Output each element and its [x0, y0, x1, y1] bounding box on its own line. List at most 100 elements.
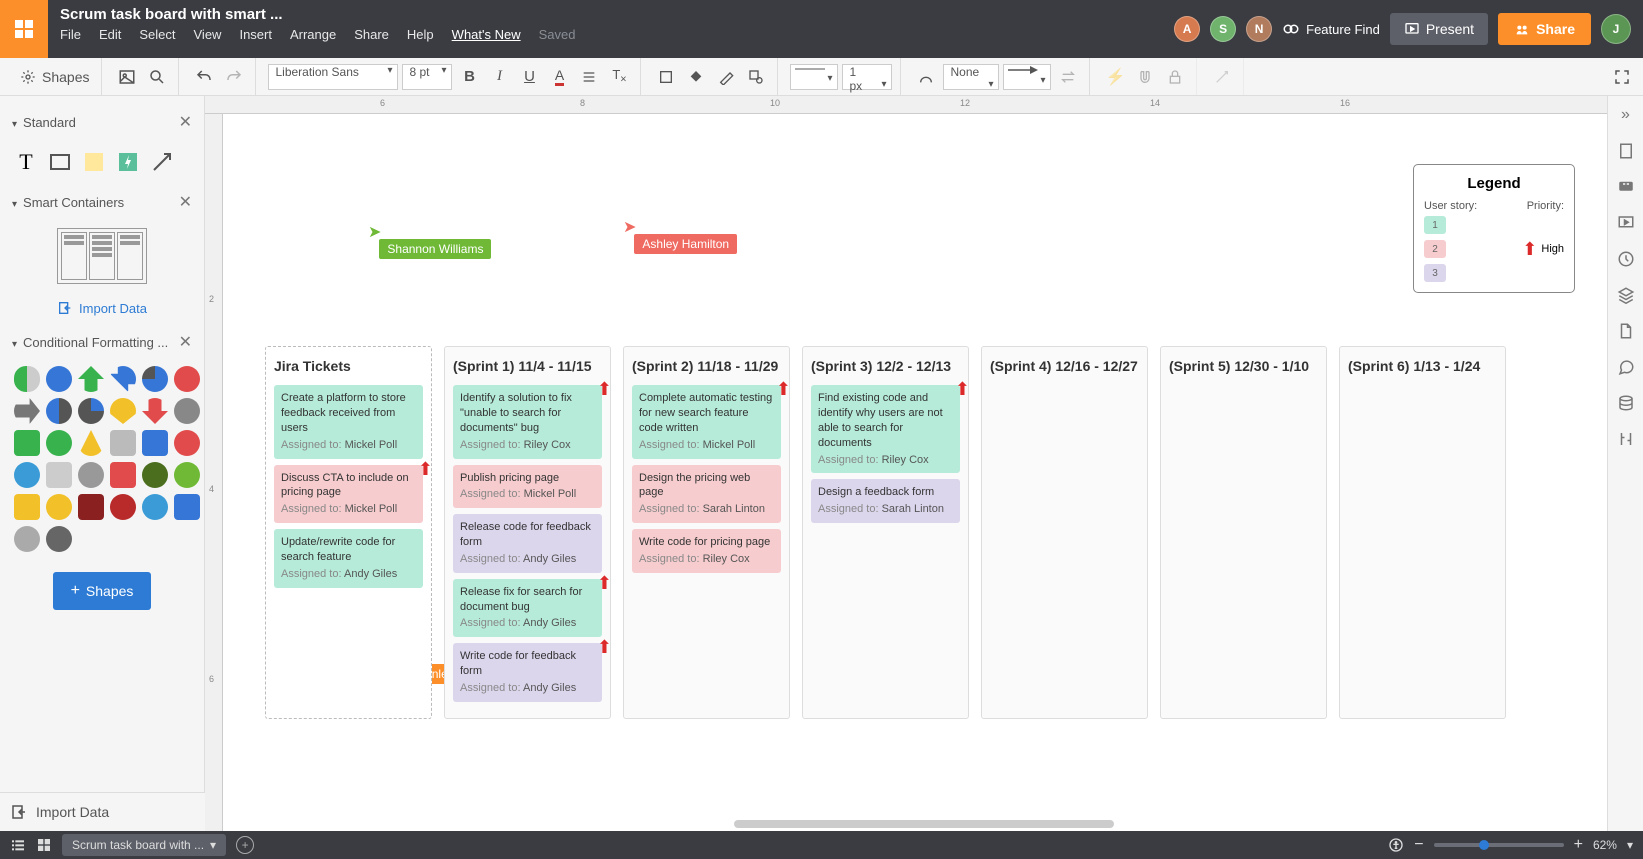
- task-card[interactable]: Discuss CTA to include on pricing pageAs…: [274, 465, 423, 524]
- cf-circle-dkred-icon[interactable]: [110, 494, 136, 520]
- cf-pie-blue-icon[interactable]: [142, 366, 168, 392]
- collaborator-avatar-n[interactable]: N: [1246, 16, 1272, 42]
- sidebar-section-formatting[interactable]: ▾Conditional Formatting ... ✕: [8, 324, 196, 360]
- zoom-level[interactable]: 62%: [1593, 838, 1617, 852]
- cf-half-blue-icon[interactable]: [46, 398, 72, 424]
- list-view-icon[interactable]: [10, 837, 26, 853]
- board-column[interactable]: (Sprint 3) 12/2 - 12/13Find existing cod…: [802, 346, 969, 719]
- present-button[interactable]: Present: [1390, 13, 1488, 45]
- lock-icon[interactable]: [1162, 64, 1188, 90]
- menu-help[interactable]: Help: [407, 27, 434, 42]
- text-shape-icon[interactable]: T: [12, 148, 40, 176]
- shape-options-icon[interactable]: [743, 64, 769, 90]
- board-column[interactable]: Jira TicketsCreate a platform to store f…: [265, 346, 432, 719]
- task-card[interactable]: Design a feedback formAssigned to: Sarah…: [811, 479, 960, 523]
- board-column[interactable]: (Sprint 1) 11/4 - 11/15Identify a soluti…: [444, 346, 611, 719]
- legend-box[interactable]: Legend User story: Priority: 1 2 3 ⬆ Hig…: [1413, 164, 1575, 293]
- page-tab[interactable]: Scrum task board with ...▾: [62, 834, 226, 856]
- close-formatting-icon[interactable]: ✕: [179, 332, 192, 352]
- cf-x-red-icon[interactable]: [174, 430, 200, 456]
- underline-icon[interactable]: U: [516, 64, 542, 90]
- cf-check-grey-icon[interactable]: [46, 462, 72, 488]
- rail-comment-icon[interactable]: [1617, 178, 1635, 196]
- collaborator-avatar-a[interactable]: A: [1174, 16, 1200, 42]
- arrow-end-select[interactable]: [1003, 64, 1051, 90]
- search-icon[interactable]: [144, 64, 170, 90]
- rail-data-icon[interactable]: [1617, 322, 1635, 340]
- cf-circle-yellow-icon[interactable]: [46, 494, 72, 520]
- feature-find-button[interactable]: Feature Find: [1282, 20, 1380, 38]
- rect-shape-icon[interactable]: [46, 148, 74, 176]
- container-template-icon[interactable]: [57, 228, 147, 284]
- align-icon[interactable]: [576, 64, 602, 90]
- zoom-slider[interactable]: [1434, 843, 1564, 847]
- current-user-avatar[interactable]: J: [1601, 14, 1631, 44]
- task-card[interactable]: Write code for pricing pageAssigned to: …: [632, 529, 781, 573]
- cf-x-square-red-icon[interactable]: [110, 462, 136, 488]
- menu-whats-new[interactable]: What's New: [452, 27, 521, 42]
- note-shape-icon[interactable]: [80, 148, 108, 176]
- line-curve-icon[interactable]: [913, 64, 939, 90]
- cf-arrow-diag-blue-icon[interactable]: [110, 366, 136, 392]
- zoom-chevron-icon[interactable]: ▾: [1627, 838, 1633, 852]
- bolt-icon[interactable]: ⚡: [1102, 64, 1128, 90]
- shapes-popup-button[interactable]: +Shapes: [53, 572, 152, 610]
- fullscreen-icon[interactable]: [1609, 64, 1635, 90]
- app-logo[interactable]: [0, 0, 48, 58]
- cf-square-grey-icon[interactable]: [110, 430, 136, 456]
- font-select[interactable]: Liberation Sans: [268, 64, 398, 90]
- wand-icon[interactable]: [1209, 64, 1235, 90]
- collapse-rail-icon[interactable]: »: [1621, 106, 1630, 124]
- cf-sq-blue-icon[interactable]: [174, 494, 200, 520]
- canvas[interactable]: ➤ Shannon Williams ➤ Ashley Hamilton ➤ N…: [223, 114, 1607, 831]
- task-card[interactable]: Write code for feedback formAssigned to:…: [453, 643, 602, 702]
- share-button[interactable]: Share: [1498, 13, 1591, 45]
- rail-history-icon[interactable]: [1617, 250, 1635, 268]
- task-card[interactable]: Publish pricing pageAssigned to: Mickel …: [453, 465, 602, 509]
- cf-circle-dkgreen-icon[interactable]: [142, 462, 168, 488]
- menu-file[interactable]: File: [60, 27, 81, 42]
- task-card[interactable]: Design the pricing web pageAssigned to: …: [632, 465, 781, 524]
- swap-arrows-icon[interactable]: [1055, 64, 1081, 90]
- task-card[interactable]: Find existing code and identify why user…: [811, 385, 960, 473]
- text-color-icon[interactable]: A: [546, 64, 572, 90]
- import-data-link[interactable]: Import Data: [8, 292, 196, 324]
- insert-image-icon[interactable]: [114, 64, 140, 90]
- cf-sq-yellow-icon[interactable]: [14, 494, 40, 520]
- rail-page-icon[interactable]: [1617, 142, 1635, 160]
- fill-rect-icon[interactable]: [653, 64, 679, 90]
- border-color-icon[interactable]: [713, 64, 739, 90]
- cf-info-blue-icon[interactable]: [14, 462, 40, 488]
- cf-check-circle-icon[interactable]: [46, 430, 72, 456]
- rail-database-icon[interactable]: [1617, 394, 1635, 412]
- rail-layers-icon[interactable]: [1617, 286, 1635, 304]
- cf-circle-ltblue-icon[interactable]: [142, 494, 168, 520]
- font-size-select[interactable]: 8 pt: [402, 64, 452, 90]
- document-title[interactable]: Scrum task board with smart ...: [60, 6, 1162, 23]
- board-column[interactable]: (Sprint 6) 1/13 - 1/24: [1339, 346, 1506, 719]
- shapes-panel-toggle[interactable]: Shapes: [8, 58, 102, 95]
- accessibility-icon[interactable]: [1388, 837, 1404, 853]
- arrow-shape-icon[interactable]: [148, 148, 176, 176]
- arrow-start-select[interactable]: None: [943, 64, 999, 90]
- cf-circle-grey2-icon[interactable]: [14, 526, 40, 552]
- close-containers-icon[interactable]: ✕: [179, 192, 192, 212]
- task-card[interactable]: Release fix for search for document bugA…: [453, 579, 602, 638]
- horizontal-scrollbar[interactable]: [241, 817, 1607, 831]
- cf-minus-blue-icon[interactable]: [142, 430, 168, 456]
- board-column[interactable]: (Sprint 5) 12/30 - 1/10: [1160, 346, 1327, 719]
- menu-share[interactable]: Share: [354, 27, 389, 42]
- rail-present-icon[interactable]: [1617, 214, 1635, 232]
- grid-view-icon[interactable]: [36, 837, 52, 853]
- task-card[interactable]: Complete automatic testing for new searc…: [632, 385, 781, 458]
- cf-arrow-down-red-icon[interactable]: [142, 398, 168, 424]
- sidebar-footer[interactable]: Import Data: [0, 792, 205, 831]
- collaborator-avatar-s[interactable]: S: [1210, 16, 1236, 42]
- clear-format-icon[interactable]: T×: [606, 64, 632, 90]
- menu-insert[interactable]: Insert: [239, 27, 272, 42]
- menu-arrange[interactable]: Arrange: [290, 27, 336, 42]
- close-standard-icon[interactable]: ✕: [179, 112, 192, 132]
- sidebar-section-containers[interactable]: ▾Smart Containers ✕: [8, 184, 196, 220]
- cf-question-grey-icon[interactable]: [78, 462, 104, 488]
- zoom-in-icon[interactable]: +: [1574, 836, 1583, 854]
